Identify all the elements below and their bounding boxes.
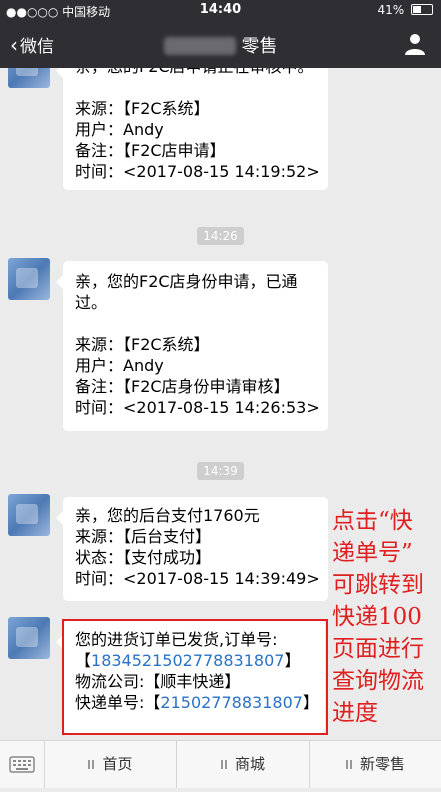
menu-icon: [88, 760, 95, 769]
message-bubble[interactable]: 亲，您的F2C店申请正在审核中。 来源：【F2C系统】 用户：Andy 备注：【…: [56, 68, 328, 190]
profile-icon[interactable]: [403, 32, 427, 56]
message-time: 时间：<2017-08-15 14:19:52>: [75, 162, 320, 181]
avatar[interactable]: [8, 617, 50, 659]
menu-mall[interactable]: 商城: [177, 741, 310, 788]
menu-home[interactable]: 首页: [45, 741, 177, 788]
chat-title: 零售: [0, 32, 441, 58]
highlight-box: [62, 619, 328, 735]
avatar[interactable]: [8, 494, 50, 536]
message-note: 备注：【F2C店申请】: [75, 141, 226, 160]
blurred-name: [163, 37, 236, 55]
message-user: 用户：Andy: [75, 120, 164, 139]
timestamp: 14:39: [0, 460, 441, 480]
chat-title-text: 零售: [241, 36, 278, 57]
battery-icon: [411, 4, 433, 15]
avatar[interactable]: [8, 68, 50, 88]
menu-new-retail[interactable]: 新零售: [310, 741, 441, 788]
message-text: 亲，您的后台支付1760元: [75, 506, 260, 525]
message-text-cont: 过。: [75, 293, 108, 312]
keyboard-icon: [9, 756, 35, 773]
battery-status: 41%: [377, 3, 433, 17]
message-bubble[interactable]: 亲，您的F2C店身份申请，已通 过。 来源：【F2C系统】 用户：Andy 备注…: [56, 261, 328, 431]
message-source: 来源：【F2C系统】: [75, 335, 210, 354]
message-source: 来源：【后台支付】: [75, 527, 212, 546]
battery-percent: 41%: [377, 3, 405, 17]
status-bar: ●●○○○ 中国移动 14:40 41%: [0, 0, 441, 20]
menu-icon: [220, 760, 227, 769]
message-time: 时间：<2017-08-15 14:39:49>: [75, 569, 320, 588]
message-note: 备注：【F2C店身份申请审核】: [75, 377, 290, 396]
message-source: 来源：【F2C系统】: [75, 99, 210, 118]
message-status: 状态：【支付成功】: [75, 548, 212, 567]
chat-area[interactable]: 亲，您的F2C店申请正在审核中。 来源：【F2C系统】 用户：Andy 备注：【…: [0, 68, 441, 740]
message-text: 亲，您的F2C店身份申请，已通: [75, 272, 298, 291]
avatar[interactable]: [8, 258, 50, 300]
status-time: 14:40: [199, 2, 242, 17]
message-text: 亲，您的F2C店申请正在审核中。: [75, 68, 316, 77]
keyboard-toggle[interactable]: [0, 741, 45, 788]
message-bubble[interactable]: 亲，您的后台支付1760元 来源：【后台支付】 状态：【支付成功】 时间：<20…: [56, 497, 328, 601]
message-user: 用户：Andy: [75, 356, 164, 375]
menu-bar: 首页 商城 新零售: [0, 740, 441, 788]
timestamp: 14:26: [0, 225, 441, 245]
annotation-note: 点击“快 递单号” 可跳转到 快递100 页面进行 查询物流 进度: [332, 508, 424, 726]
menu-icon: [345, 760, 352, 769]
nav-bar: ‹ 微信 零售: [0, 20, 441, 68]
message-time: 时间：<2017-08-15 14:26:53>: [75, 398, 320, 417]
